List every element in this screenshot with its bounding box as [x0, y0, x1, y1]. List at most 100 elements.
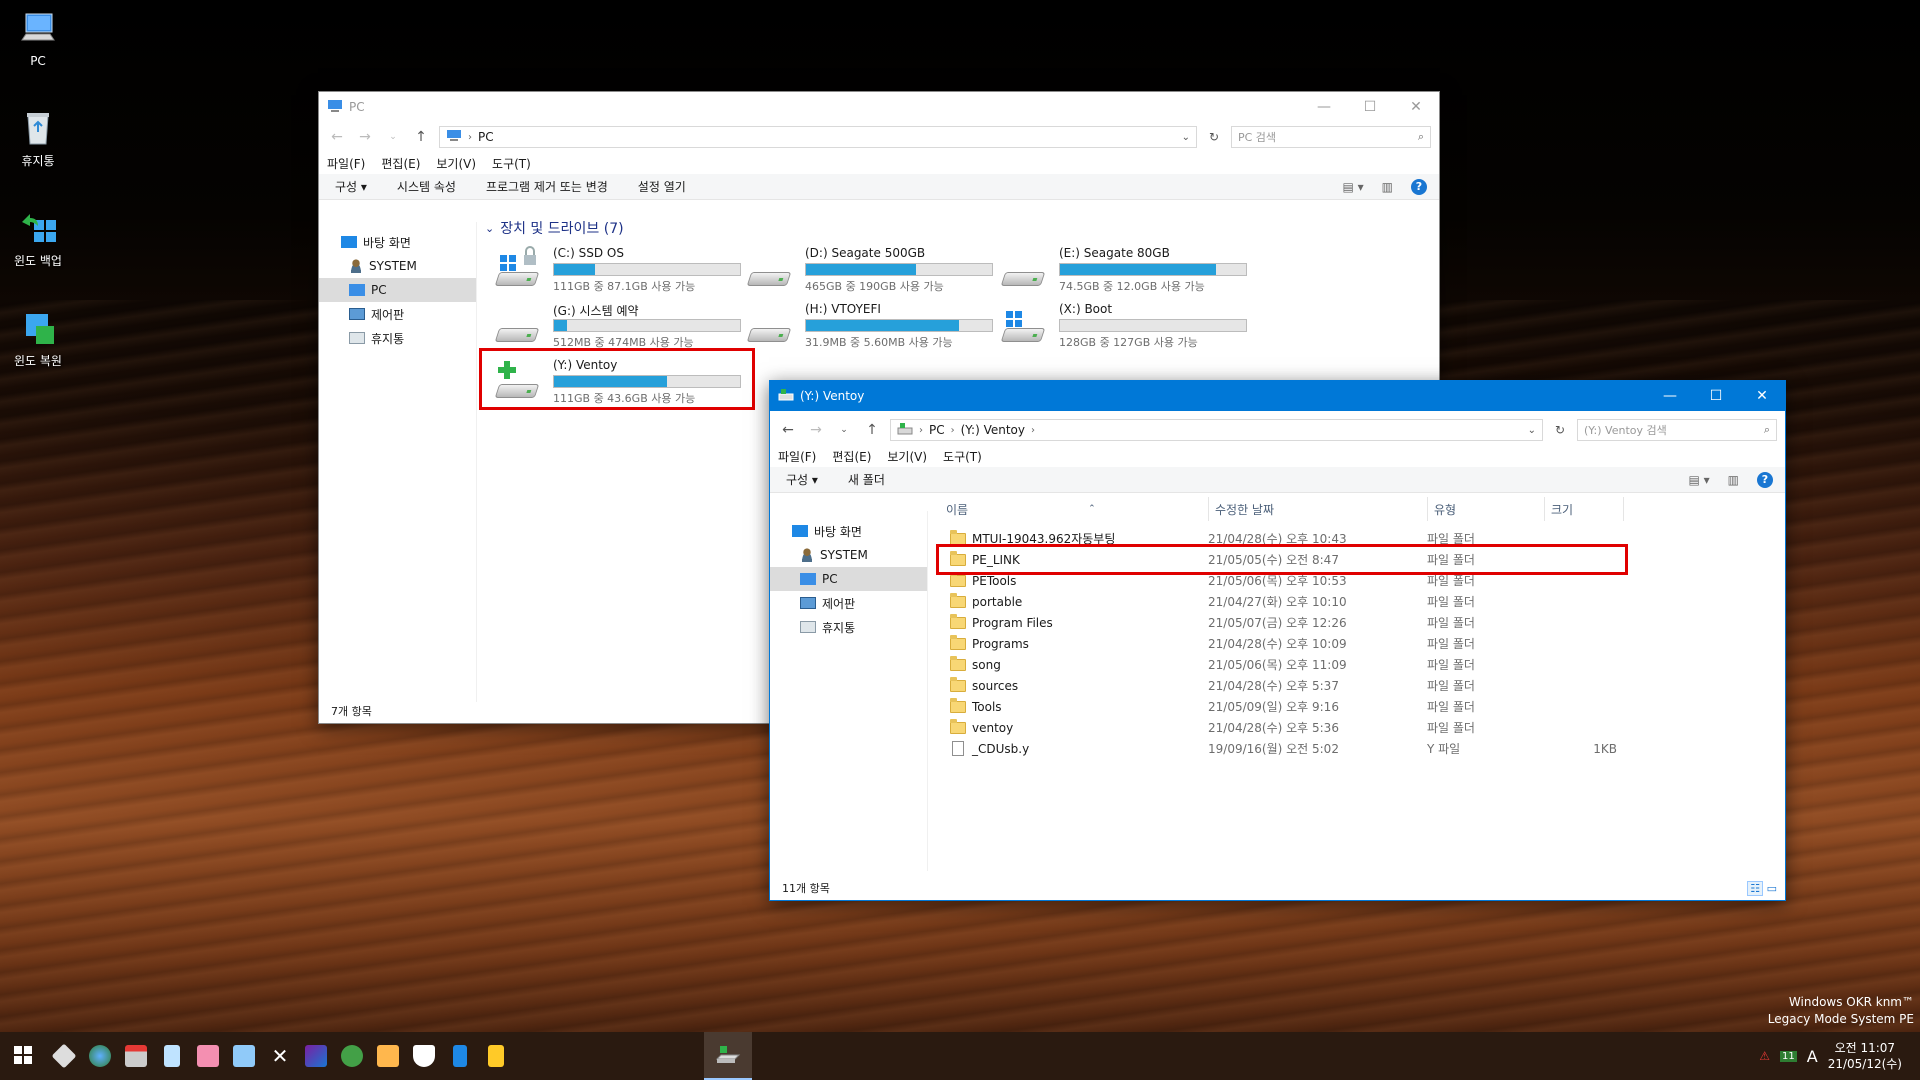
drive-item[interactable]: (E:) Seagate 80GB 74.5GB 중 12.0GB 사용 가능 — [1000, 246, 1247, 293]
file-row[interactable]: Tools 21/05/09(일) 오후 9:16 파일 폴더 — [950, 696, 1617, 717]
refresh-icon[interactable]: ↻ — [1205, 130, 1223, 144]
clock[interactable]: 오전 11:07 21/05/12(수) — [1828, 1040, 1902, 1072]
view-options-icon[interactable]: ▤ ▾ — [1342, 180, 1363, 194]
menu-file[interactable]: 파일(F) — [327, 155, 365, 172]
menu-edit[interactable]: 편집(E) — [381, 155, 420, 172]
nav-item-desktop[interactable]: 바탕 화면 — [319, 230, 476, 254]
nav-item-control-panel[interactable]: 제어판 — [770, 591, 927, 615]
minimize-button[interactable]: — — [1301, 92, 1347, 122]
column-header-size[interactable]: 크기 — [1544, 497, 1624, 521]
file-row[interactable]: PE_LINK 21/05/05(수) 오전 8:47 파일 폴더 — [950, 549, 1617, 570]
file-row[interactable]: sources 21/04/28(수) 오후 5:37 파일 폴더 — [950, 675, 1617, 696]
drive-item[interactable]: (C:) SSD OS 111GB 중 87.1GB 사용 가능 — [494, 246, 741, 293]
uninstall-program-button[interactable]: 프로그램 제거 또는 변경 — [486, 178, 608, 195]
search-input[interactable]: PC 검색 ⌕ — [1231, 126, 1431, 148]
nav-item-desktop[interactable]: 바탕 화면 — [770, 519, 927, 543]
close-button[interactable]: ✕ — [1739, 381, 1785, 411]
nav-item-control-panel[interactable]: 제어판 — [319, 302, 476, 326]
taskbar-app-2[interactable] — [82, 1032, 118, 1080]
taskbar-app-5[interactable] — [190, 1032, 226, 1080]
address-bar[interactable]: › PC › (Y:) Ventoy › ⌄ — [890, 419, 1543, 441]
system-properties-button[interactable]: 시스템 속성 — [397, 178, 456, 195]
menu-view[interactable]: 보기(V) — [887, 448, 927, 465]
file-row[interactable]: _CDUsb.y 19/09/16(월) 오전 5:02 Y 파일 1KB — [950, 738, 1617, 759]
devices-group-header[interactable]: ⌄ 장치 및 드라이브 (7) — [485, 218, 624, 238]
new-folder-button[interactable]: 새 폴더 — [848, 471, 885, 488]
up-arrow-icon[interactable]: ↑ — [411, 129, 431, 145]
preview-pane-icon[interactable]: ▥ — [1728, 473, 1739, 487]
view-options-icon[interactable]: ▤ ▾ — [1688, 473, 1709, 487]
back-arrow-icon[interactable]: ← — [327, 129, 347, 145]
address-segment-ventoy[interactable]: (Y:) Ventoy — [961, 423, 1025, 437]
nav-item-system[interactable]: SYSTEM — [319, 254, 476, 278]
taskbar-app-6[interactable] — [226, 1032, 262, 1080]
taskbar-app-3[interactable] — [118, 1032, 154, 1080]
recent-chevron-icon[interactable]: ⌄ — [834, 425, 854, 435]
search-input[interactable]: (Y:) Ventoy 검색 ⌕ — [1577, 419, 1777, 441]
organize-button[interactable]: 구성 ▾ — [786, 471, 818, 488]
nav-item-pc[interactable]: PC — [319, 278, 476, 302]
title-bar[interactable]: (Y:) Ventoy — ☐ ✕ — [770, 381, 1785, 411]
nav-item-pc[interactable]: PC — [770, 567, 927, 591]
file-row[interactable]: PETools 21/05/06(목) 오후 10:53 파일 폴더 — [950, 570, 1617, 591]
address-segment-pc[interactable]: PC — [929, 423, 945, 437]
taskbar-app-10[interactable] — [370, 1032, 406, 1080]
desktop-icon-restore[interactable]: 윈도 복원 — [8, 308, 68, 369]
desktop-icon-backup[interactable]: 윈도 백업 — [8, 208, 68, 269]
back-arrow-icon[interactable]: ← — [778, 422, 798, 438]
help-icon[interactable]: ? — [1411, 178, 1427, 195]
drive-item[interactable]: (Y:) Ventoy 111GB 중 43.6GB 사용 가능 — [494, 358, 741, 405]
drive-item[interactable]: (X:) Boot 128GB 중 127GB 사용 가능 — [1000, 302, 1247, 349]
desktop-icon-pc[interactable]: PC — [8, 10, 68, 68]
column-header-date[interactable]: 수정한 날짜 — [1208, 497, 1427, 521]
maximize-button[interactable]: ☐ — [1347, 92, 1393, 122]
address-segment[interactable]: PC — [478, 130, 494, 144]
title-bar[interactable]: PC — ☐ ✕ — [319, 92, 1439, 122]
taskbar-explorer-active[interactable] — [704, 1032, 752, 1080]
menu-tools[interactable]: 도구(T) — [492, 155, 531, 172]
taskbar-app-13[interactable] — [478, 1032, 514, 1080]
chevron-down-icon[interactable]: ⌄ — [1528, 425, 1536, 436]
network-warning-icon[interactable]: ⚠ — [1759, 1049, 1770, 1063]
file-row[interactable]: Program Files 21/05/07(금) 오후 12:26 파일 폴더 — [950, 612, 1617, 633]
file-row[interactable]: Programs 21/04/28(수) 오후 10:09 파일 폴더 — [950, 633, 1617, 654]
nav-item-system[interactable]: SYSTEM — [770, 543, 927, 567]
open-settings-button[interactable]: 설정 열기 — [638, 178, 686, 195]
input-language[interactable]: A — [1807, 1047, 1818, 1066]
address-bar[interactable]: › PC ⌄ — [439, 126, 1197, 148]
taskbar-app-8[interactable] — [298, 1032, 334, 1080]
taskbar-app-9[interactable] — [334, 1032, 370, 1080]
forward-arrow-icon[interactable]: → — [355, 129, 375, 145]
help-icon[interactable]: ? — [1757, 471, 1773, 488]
refresh-icon[interactable]: ↻ — [1551, 423, 1569, 437]
file-row[interactable]: song 21/05/06(목) 오후 11:09 파일 폴더 — [950, 654, 1617, 675]
file-row[interactable]: MTUI-19043.962자동부팅 21/04/28(수) 오후 10:43 파일… — [950, 528, 1617, 549]
ventoy-explorer-window[interactable]: (Y:) Ventoy — ☐ ✕ ← → ⌄ ↑ › PC › (Y:) Ve… — [769, 380, 1786, 901]
keyboard-badge[interactable]: 11 — [1780, 1050, 1797, 1062]
large-icons-view-icon[interactable]: ▭ — [1767, 882, 1777, 895]
nav-item-recycle-bin[interactable]: 휴지통 — [319, 326, 476, 350]
drive-item[interactable]: (H:) VTOYEFI 31.9MB 중 5.60MB 사용 가능 — [746, 302, 993, 349]
maximize-button[interactable]: ☐ — [1693, 381, 1739, 411]
column-header-name[interactable]: 이름 ⌃ — [946, 497, 1204, 521]
taskbar-app-12[interactable] — [442, 1032, 478, 1080]
details-view-icon[interactable]: ☷ — [1747, 880, 1764, 896]
drive-item[interactable]: (G:) 시스템 예약 512MB 중 474MB 사용 가능 — [494, 302, 741, 349]
taskbar-app-11[interactable] — [406, 1032, 442, 1080]
taskbar-app-4[interactable] — [154, 1032, 190, 1080]
menu-edit[interactable]: 편집(E) — [832, 448, 871, 465]
preview-pane-icon[interactable]: ▥ — [1382, 180, 1393, 194]
close-button[interactable]: ✕ — [1393, 92, 1439, 122]
taskbar-app-7[interactable]: ✕ — [262, 1032, 298, 1080]
menu-tools[interactable]: 도구(T) — [943, 448, 982, 465]
up-arrow-icon[interactable]: ↑ — [862, 422, 882, 438]
taskbar-app-1[interactable] — [46, 1032, 82, 1080]
start-button[interactable] — [0, 1032, 46, 1080]
organize-button[interactable]: 구성 ▾ — [335, 178, 367, 195]
chevron-down-icon[interactable]: ⌄ — [1182, 132, 1190, 143]
menu-view[interactable]: 보기(V) — [436, 155, 476, 172]
file-row[interactable]: portable 21/04/27(화) 오후 10:10 파일 폴더 — [950, 591, 1617, 612]
menu-file[interactable]: 파일(F) — [778, 448, 816, 465]
file-row[interactable]: ventoy 21/04/28(수) 오후 5:36 파일 폴더 — [950, 717, 1617, 738]
drive-item[interactable]: (D:) Seagate 500GB 465GB 중 190GB 사용 가능 — [746, 246, 993, 293]
